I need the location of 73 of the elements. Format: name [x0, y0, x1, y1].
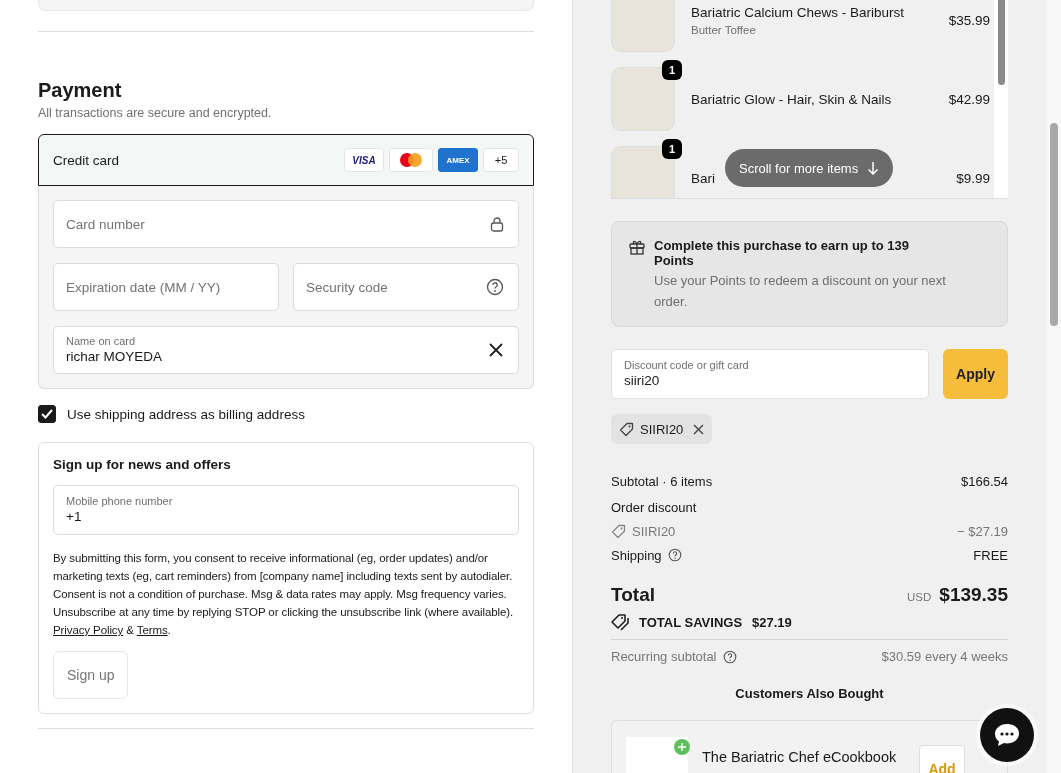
section-subtitle: All transactions are secure and encrypted.: [38, 106, 273, 120]
savings-label: TOTAL SAVINGS: [639, 614, 743, 630]
scrollbar[interactable]: [994, 0, 1008, 198]
summary-label: Subtotal · 6 items: [611, 473, 713, 489]
recurring-value: $30.59 every 4 weeks: [881, 649, 1008, 664]
field-placeholder: Card number: [66, 216, 145, 232]
tag-icon: [611, 523, 626, 539]
product-name: Bari: [691, 170, 716, 186]
scroll-hint-pill[interactable]: Scroll for more items: [725, 149, 894, 187]
summary-value: $166.54: [961, 473, 1008, 489]
consent-text: By submitting this form, you consent to receive informational (eg, order updates) and/or marketing texts (eg, cart reminders) from [company name] including texts sent by autodialer. Consent is not a condition of purchase. Msg & data rates may apply. Msg frequency varies. Unsubscribe at any time by replying STOP or clicking the unsubscribe link (where available). Privacy Policy & Terms.: [53, 551, 515, 638]
lock-icon: [490, 216, 504, 232]
privacy-policy-link[interactable]: Privacy Policy: [53, 624, 124, 636]
product-variant: Butter Toffee: [691, 23, 757, 36]
field-label: Name on card: [66, 334, 137, 348]
phone-field[interactable]: Mobile phone number +1: [53, 485, 519, 535]
quantity-badge: 1: [662, 60, 682, 80]
close-icon: [488, 342, 504, 358]
checkbox[interactable]: [38, 405, 56, 423]
field-value: +1: [66, 508, 83, 526]
method-label: Credit card: [53, 152, 120, 168]
input-field[interactable]: Card number: [53, 200, 519, 248]
signup-button[interactable]: Sign up: [53, 651, 129, 699]
summary-label: Order discount: [611, 499, 697, 515]
input-field[interactable]: Expiration date (MM / YY): [53, 263, 279, 311]
product-price: $35.99: [948, 12, 990, 28]
product-price: $9.99: [956, 170, 990, 186]
discount-code: SIIRI20: [640, 421, 684, 437]
input-field[interactable]: Name on card richar MOYEDA: [53, 326, 519, 374]
points-title: Complete this purchase to earn up to 139 Points: [654, 238, 910, 268]
amex-logo: AMEX: [438, 148, 478, 172]
product-name: Bariatric Glow - Hair, Skin & Nails: [691, 91, 893, 107]
section-title: Customers Also Bought: [734, 686, 885, 701]
gift-icon: [628, 238, 646, 256]
product-name: The Bariatric Chef eCookbook: [702, 749, 898, 765]
visa-logo: VISA: [344, 148, 384, 172]
arrow-down-icon: [867, 161, 880, 175]
summary-label: Shipping: [611, 547, 662, 563]
field-label: Discount code or gift card: [624, 358, 749, 372]
quantity-badge: 1: [662, 139, 682, 159]
recurring-label: Recurring subtotal: [611, 649, 717, 664]
points-description: Use your Points to redeem a discount on your next order.: [654, 272, 947, 311]
mastercard-logo: [389, 148, 433, 172]
summary-value: − $27.19: [957, 523, 1008, 539]
scrollbar[interactable]: [1047, 0, 1061, 773]
help-icon: [486, 278, 504, 296]
summary-value: FREE: [973, 547, 1008, 563]
field-value: richar MOYEDA: [66, 348, 163, 366]
discount-field[interactable]: Discount code or gift card siiri20: [611, 349, 929, 399]
checkbox-label: Use shipping address as billing address: [67, 406, 305, 422]
payment-method-option[interactable]: Credit card VISA AMEX +5: [38, 134, 534, 186]
field-placeholder: Security code: [306, 279, 388, 295]
field-label: Mobile phone number: [66, 494, 173, 508]
more-brands-count: +5: [483, 148, 519, 172]
input-field[interactable]: Security code: [293, 263, 519, 311]
help-icon: [722, 649, 737, 664]
summary-label: SIIRI20: [632, 523, 676, 539]
help-icon: [667, 548, 682, 562]
apply-button[interactable]: Apply: [943, 349, 1008, 399]
field-value: siiri20: [624, 372, 661, 390]
savings-amount: $27.19: [752, 614, 792, 630]
product-name: Bariatric Calcium Chews - Bariburst: [691, 4, 906, 20]
terms-link[interactable]: Terms: [136, 624, 168, 636]
field-placeholder: Expiration date (MM / YY): [66, 279, 221, 295]
product-price: $42.99: [948, 91, 990, 107]
total-amount: $139.35: [939, 584, 1008, 605]
section-title: Payment: [38, 79, 123, 102]
card-title: Sign up for news and offers: [53, 457, 232, 472]
chat-icon: [995, 724, 1019, 746]
tags-icon: [611, 613, 631, 631]
tag-icon: [619, 421, 634, 437]
total-label: Total: [611, 584, 655, 606]
currency-code: USD: [907, 591, 932, 603]
